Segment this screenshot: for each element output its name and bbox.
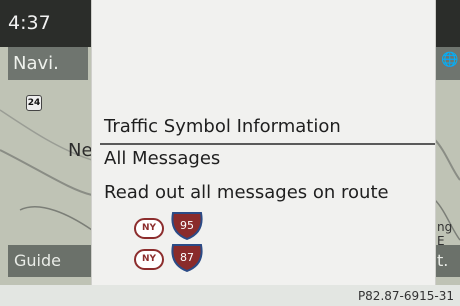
display-screen: 4:37 Navi. 24 Ne Guide 🌐 ng E t. Traffic… bbox=[0, 0, 460, 285]
globe-icon: 🌐 bbox=[441, 52, 459, 68]
menu-title: Traffic Symbol Information bbox=[104, 116, 341, 137]
menu-item-all-messages[interactable]: All Messages bbox=[104, 148, 220, 169]
traffic-menu-panel: Traffic Symbol Information All Messages … bbox=[92, 0, 435, 285]
figure-reference: P82.87-6915-31 bbox=[357, 289, 454, 303]
state-route-badge: NY bbox=[134, 218, 164, 239]
right-bottom-button[interactable]: t. bbox=[435, 245, 460, 277]
interstate-shield-icon: 95 bbox=[171, 212, 203, 240]
interstate-shield-icon: 87 bbox=[171, 244, 203, 272]
menu-item-read-out-messages[interactable]: Read out all messages on route bbox=[104, 182, 389, 203]
navi-button[interactable]: Navi. bbox=[8, 47, 88, 80]
footer-band: P82.87-6915-31 bbox=[0, 285, 460, 306]
map-place-label: Ne bbox=[68, 140, 93, 161]
clock: 4:37 bbox=[8, 12, 51, 34]
menu-divider bbox=[100, 143, 435, 145]
interstate-number: 87 bbox=[180, 251, 194, 264]
guide-button[interactable]: Guide bbox=[8, 245, 92, 277]
state-route-badge: NY bbox=[134, 249, 164, 270]
map-right-label: ng E bbox=[437, 220, 453, 248]
route-badge: 24 bbox=[26, 95, 42, 111]
right-top-dark-band bbox=[435, 0, 460, 47]
interstate-number: 95 bbox=[180, 219, 194, 232]
